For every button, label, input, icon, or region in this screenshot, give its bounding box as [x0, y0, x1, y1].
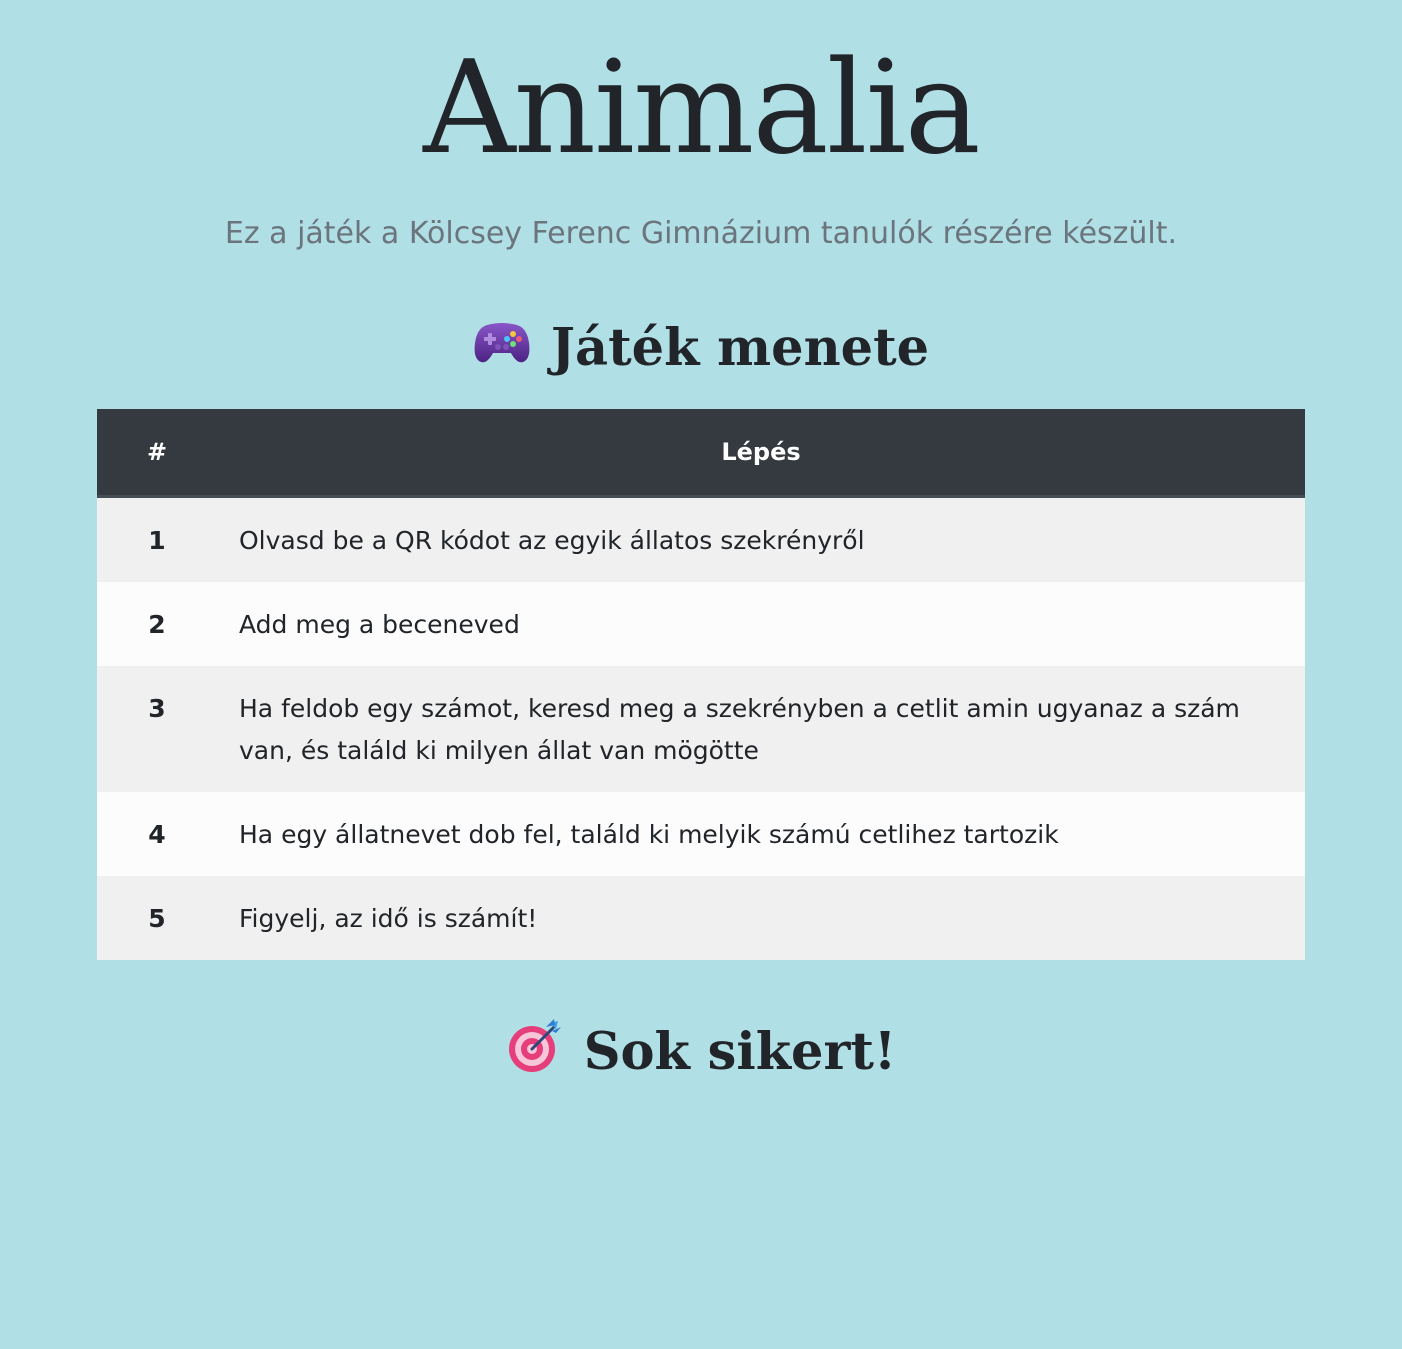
step-text: Figyelj, az idő is számít! [239, 904, 538, 933]
step-number: 2 [148, 610, 166, 639]
table-header-row: # Lépés [97, 409, 1305, 498]
step-number: 3 [148, 694, 166, 723]
table-row: 5 Figyelj, az idő is számít! [97, 876, 1305, 960]
step-number: 1 [148, 526, 166, 555]
table-row: 1 Olvasd be a QR kódot az egyik állatos … [97, 496, 1305, 582]
page-title: Animalia [423, 34, 981, 183]
step-text: Ha feldob egy számot, keresd meg a szekr… [239, 694, 1240, 765]
closing-heading: Sok sikert! [0, 1017, 1402, 1092]
game-controller-icon [473, 316, 531, 380]
step-text: Add meg a beceneved [239, 610, 520, 639]
dart-target-icon [506, 1017, 564, 1088]
game-section-heading: Játék menete [0, 316, 1402, 384]
step-text: Olvasd be a QR kódot az egyik állatos sz… [239, 526, 865, 555]
step-text: Ha egy állatnevet dob fel, találd ki mel… [239, 820, 1059, 849]
page: Animalia Ez a játék a Kölcsey Ferenc Gim… [0, 0, 1402, 1349]
table-row: 3 Ha feldob egy számot, keresd meg a sze… [97, 666, 1305, 792]
closing-title: Sok sikert! [583, 1022, 897, 1082]
column-header-number: # [97, 409, 217, 498]
column-header-step: Lépés [217, 409, 1305, 498]
step-number: 4 [148, 820, 166, 849]
table-row: 4 Ha egy állatnevet dob fel, találd ki m… [97, 792, 1305, 876]
steps-table-container: # Lépés 1 Olvasd be a QR kódot az egyik … [97, 409, 1305, 960]
step-number: 5 [148, 904, 166, 933]
steps-table: # Lépés 1 Olvasd be a QR kódot az egyik … [97, 409, 1305, 960]
table-row: 2 Add meg a beceneved [97, 582, 1305, 666]
page-subtitle: Ez a játék a Kölcsey Ferenc Gimnázium ta… [224, 216, 1178, 251]
game-section-title: Játék menete [550, 318, 930, 378]
